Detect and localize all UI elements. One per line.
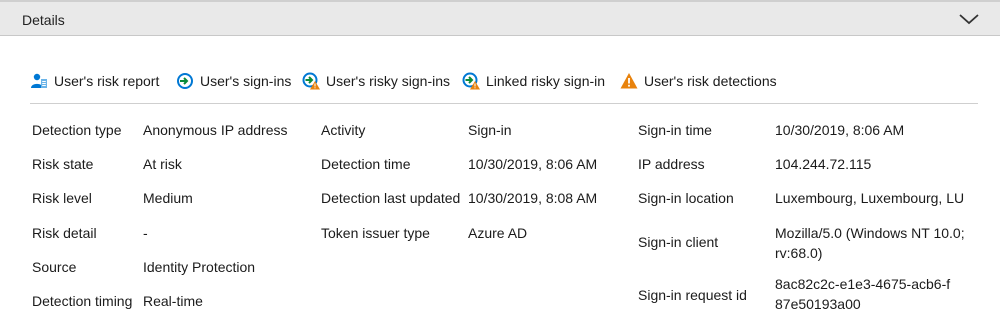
toolbar-label: User's risky sign-ins [326,73,451,89]
toolbar-label: User's risk report [54,73,160,89]
sign-in-icon [176,72,194,90]
details-title: Details [22,12,65,28]
linked-risky-sign-in-icon [462,72,480,90]
risk-level-label: Risk level [32,190,92,206]
toolbar-label: User's risk detections [644,73,777,89]
source-value: Identity Protection [143,259,256,275]
sign-in-location-label: Sign-in location [638,190,734,206]
risk-level-value: Medium [143,190,193,206]
detection-last-updated-label: Detection last updated [321,190,461,206]
detection-last-updated-value: 10/30/2019, 8:08 AM [468,190,598,206]
risk-state-label: Risk state [32,156,94,172]
users-risk-report-link[interactable]: User's risk report [30,68,159,94]
user-report-icon [30,72,48,90]
detection-timing-value: Real-time [143,293,203,309]
sign-in-request-id-value: 8ac82c2c-e1e3-4675-acb6-f87e50193a00 [775,276,951,312]
sign-in-client-label: Sign-in client [638,234,719,250]
ip-address-label: IP address [638,156,705,172]
users-risky-sign-ins-link[interactable]: User's risky sign-ins [302,68,450,94]
risk-detail-value: - [143,225,148,241]
sign-in-time-label: Sign-in time [638,122,712,138]
toolbar: User's risk report User's sign-ins User'… [30,68,978,94]
detection-type-value: Anonymous IP address [143,122,288,138]
users-risk-detections-link[interactable]: User's risk detections [620,68,777,94]
ip-address-value: 104.244.72.115 [775,156,872,172]
risk-detail-label: Risk detail [32,225,97,241]
chevron-down-icon[interactable] [958,10,980,28]
detection-type-label: Detection type [32,122,122,138]
toolbar-label: Linked risky sign-in [486,73,606,89]
risky-sign-in-icon [302,72,320,90]
sign-in-client-value: Mozilla/5.0 (Windows NT 10.0; rv:68.0) [775,225,965,261]
sign-in-request-id-label: Sign-in request id [638,287,747,303]
details-header[interactable]: Details [0,0,1000,36]
token-issuer-type-label: Token issuer type [321,225,430,241]
users-sign-ins-link[interactable]: User's sign-ins [176,68,291,94]
detection-timing-label: Detection timing [32,293,133,309]
source-label: Source [32,259,77,275]
linked-risky-sign-in-link[interactable]: Linked risky sign-in [462,68,605,94]
token-issuer-type-value: Azure AD [468,225,528,241]
activity-label: Activity [321,122,366,138]
warning-icon [620,72,638,90]
toolbar-label: User's sign-ins [200,73,292,89]
activity-value: Sign-in [468,122,512,138]
sign-in-time-value: 10/30/2019, 8:06 AM [775,122,905,138]
sign-in-location-value: Luxembourg, Luxembourg, LU [775,190,965,206]
divider [30,103,978,104]
detection-time-value: 10/30/2019, 8:06 AM [468,156,598,172]
detection-time-label: Detection time [321,156,411,172]
risk-state-value: At risk [143,156,182,172]
